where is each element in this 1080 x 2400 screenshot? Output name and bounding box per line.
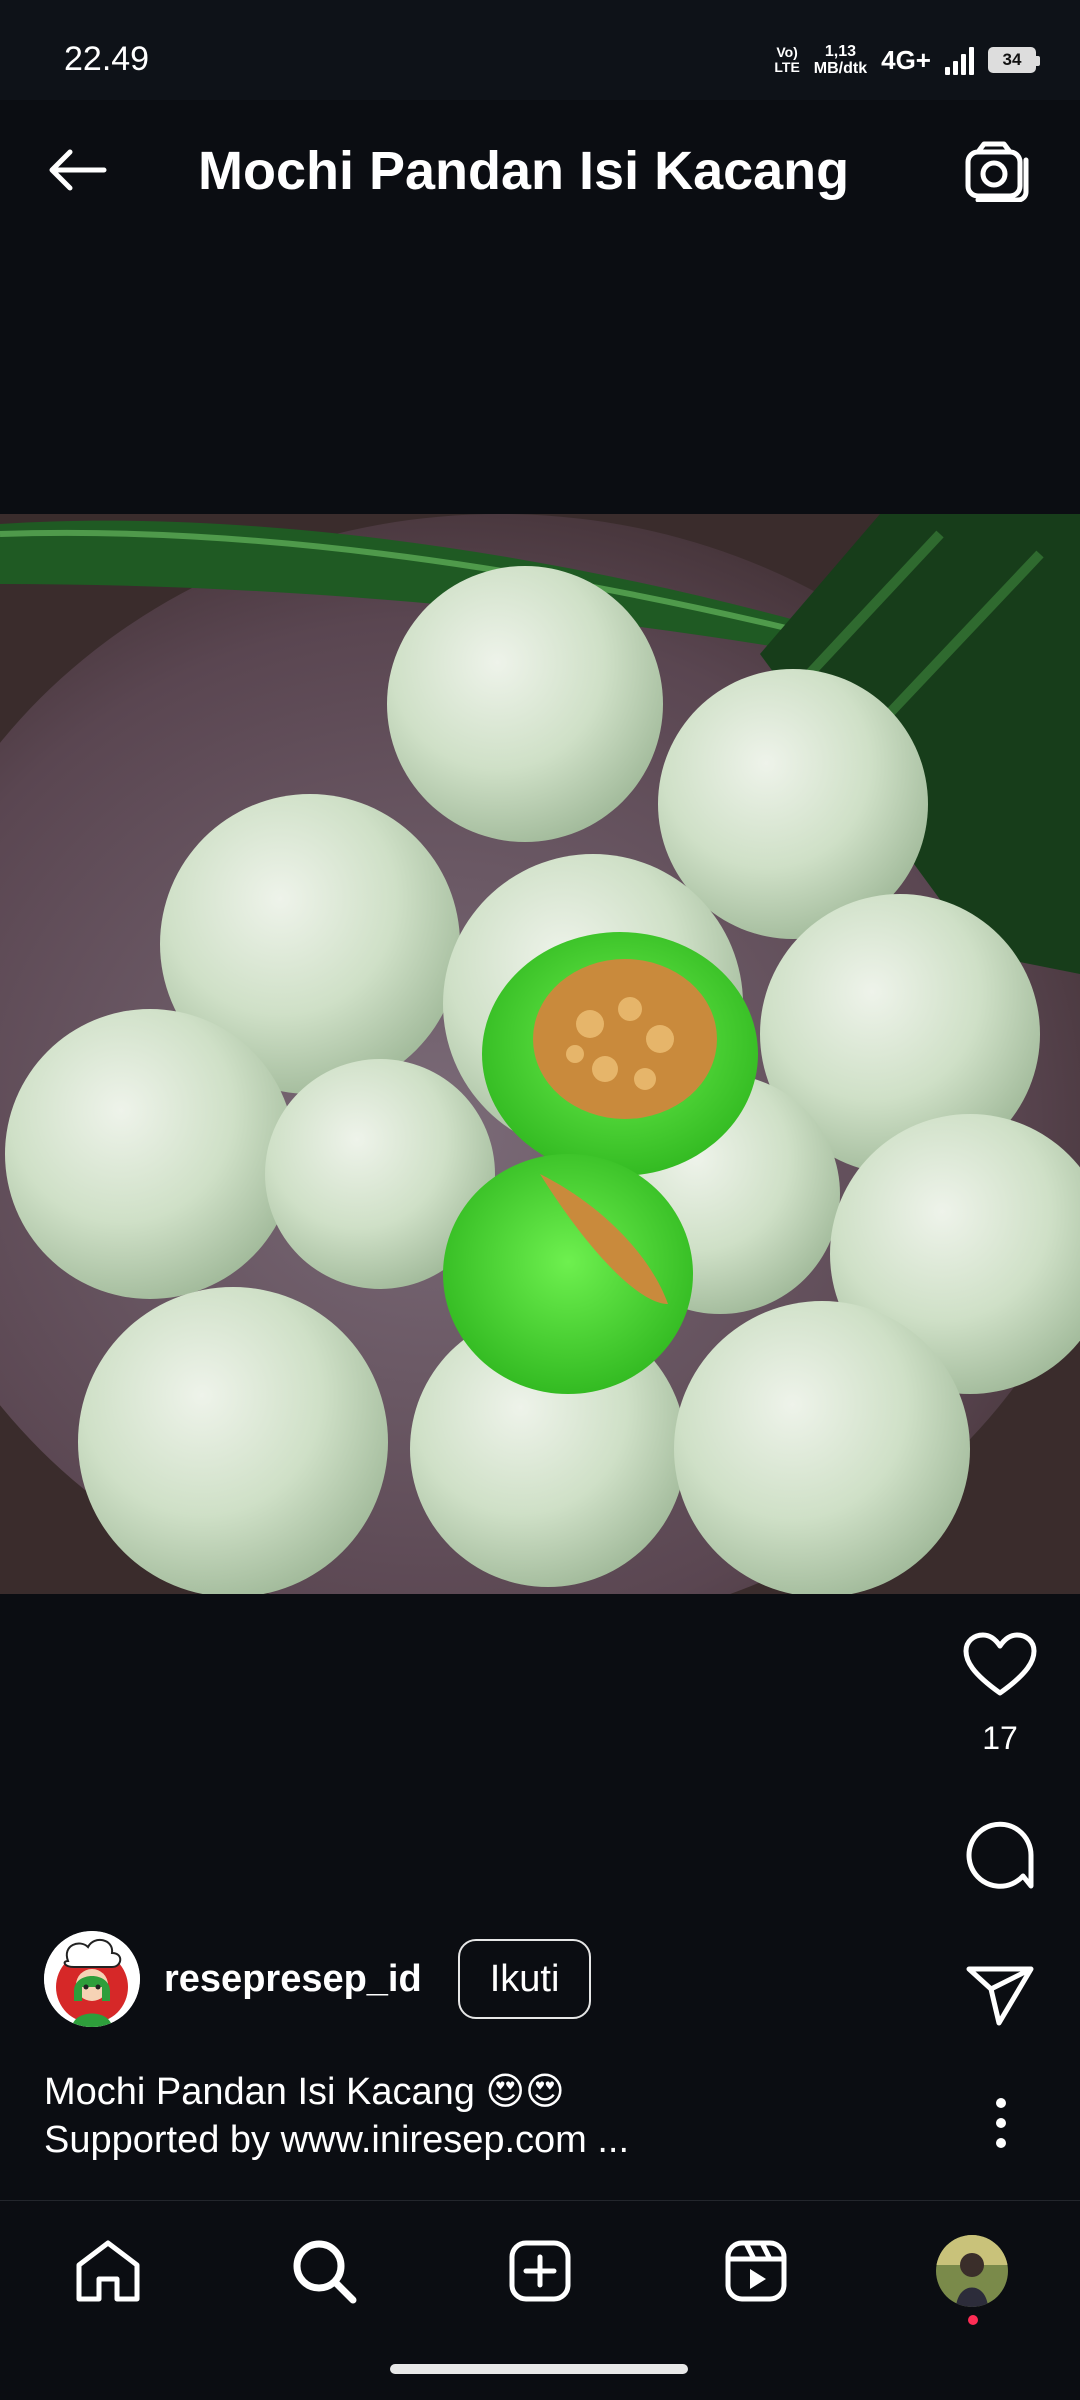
profile-icon: [936, 2235, 1008, 2307]
camera-icon: [965, 141, 1029, 202]
nav-home[interactable]: [58, 2231, 158, 2311]
heart-icon: [963, 1632, 1037, 1696]
status-bar: 22.49 Vo) LTE 1,13 MB/dtk 4G+ 34: [0, 0, 1080, 100]
more-options-button[interactable]: [976, 2090, 1026, 2156]
notification-dot: [968, 2315, 978, 2325]
post-screen: 22.49 Vo) LTE 1,13 MB/dtk 4G+ 34 Mochi P…: [0, 0, 1080, 2400]
battery-icon: 34: [988, 47, 1040, 73]
caption-line-2: Supported by www.iniresep.com ...: [44, 2119, 630, 2161]
home-indicator[interactable]: [390, 2364, 688, 2374]
nav-profile[interactable]: [922, 2231, 1022, 2325]
status-time: 22.49: [64, 40, 150, 78]
post-image[interactable]: [0, 514, 1080, 1594]
post-header: Mochi Pandan Isi Kacang: [0, 100, 1080, 240]
more-vertical-icon: [996, 2098, 1006, 2148]
author-row: resepresep_id Ikuti: [44, 1924, 844, 2034]
network-speed: 1,13 MB/dtk: [813, 43, 868, 77]
page-title: Mochi Pandan Isi Kacang: [198, 141, 850, 201]
home-icon: [76, 2240, 140, 2302]
like-button[interactable]: [948, 1620, 1052, 1710]
post-caption[interactable]: Mochi Pandan Isi Kacang 😍😍 Supported by …: [44, 2068, 944, 2164]
arrow-left-icon: [49, 149, 107, 191]
comment-button[interactable]: [948, 1810, 1052, 1900]
back-button[interactable]: [40, 140, 112, 200]
share-button[interactable]: [948, 1950, 1052, 2040]
search-icon: [293, 2240, 357, 2304]
author-username[interactable]: resepresep_id: [164, 1958, 422, 2001]
reels-icon: [725, 2240, 787, 2302]
camera-button[interactable]: [962, 138, 1032, 204]
signal-icon: [945, 45, 974, 75]
nav-create[interactable]: [490, 2231, 590, 2311]
nav-reels[interactable]: [706, 2231, 806, 2311]
status-icons: Vo) LTE 1,13 MB/dtk 4G+ 34: [774, 40, 1040, 80]
profile-avatar: [936, 2235, 1008, 2307]
nav-search[interactable]: [274, 2231, 374, 2311]
add-icon: [509, 2240, 571, 2302]
author-avatar[interactable]: [44, 1931, 140, 2027]
chef-avatar-icon: [44, 1931, 140, 2027]
volte-indicator: Vo) LTE: [774, 44, 800, 75]
comment-icon: [966, 1821, 1034, 1889]
like-count: 17: [982, 1720, 1018, 1756]
caption-line-1: Mochi Pandan Isi Kacang 😍😍: [44, 2071, 565, 2113]
mochi-photo: [0, 514, 1080, 1594]
send-icon: [966, 1966, 1034, 2026]
battery-level: 34: [1002, 50, 1022, 69]
network-type: 4G+: [881, 44, 931, 75]
follow-button[interactable]: Ikuti: [457, 1939, 592, 2019]
